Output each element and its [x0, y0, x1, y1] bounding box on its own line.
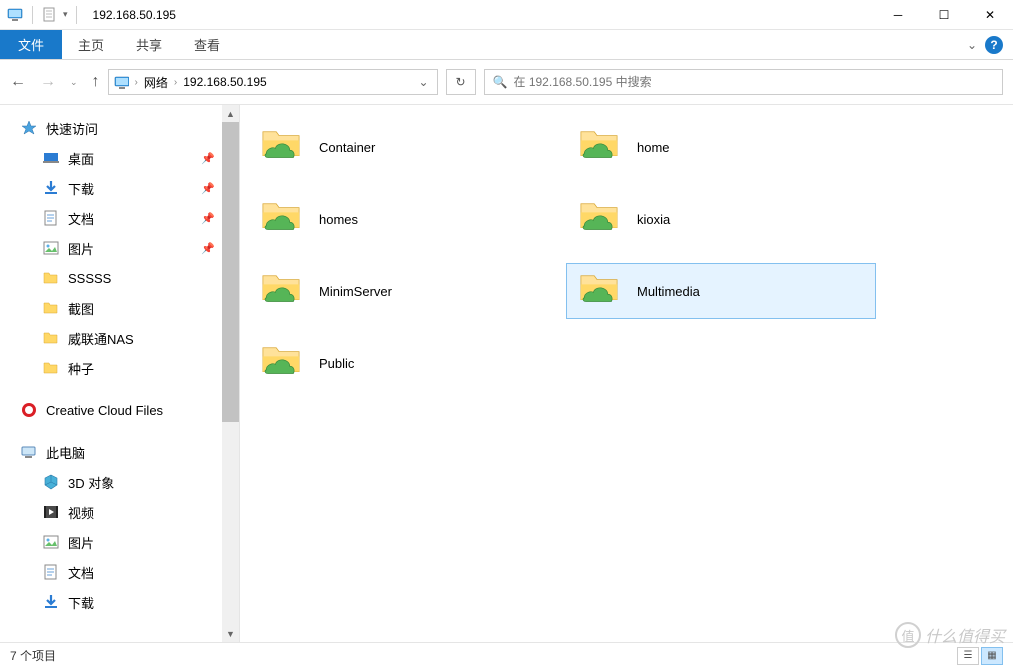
- sidebar-item-label: 桌面: [68, 149, 94, 168]
- share-item[interactable]: homes: [248, 191, 558, 247]
- sidebar-item[interactable]: 文档 📌: [0, 203, 239, 233]
- share-item[interactable]: home: [566, 119, 876, 175]
- sidebar-item[interactable]: 威联通NAS: [0, 323, 239, 353]
- ribbon: 文件 主页 共享 查看 ⌄ ?: [0, 30, 1013, 60]
- share-item[interactable]: Multimedia: [566, 263, 876, 319]
- sidebar-item[interactable]: 种子: [0, 353, 239, 383]
- sidebar-creative-cloud[interactable]: Creative Cloud Files: [0, 395, 239, 425]
- pin-icon: 📌: [201, 212, 215, 225]
- address-icon: [113, 74, 129, 90]
- sidebar-item-label: 文档: [68, 563, 94, 582]
- tab-home[interactable]: 主页: [62, 30, 120, 59]
- sidebar-item-label: 视频: [68, 503, 94, 522]
- share-folder-icon: [257, 127, 305, 167]
- breadcrumb-network[interactable]: 网络: [144, 74, 168, 91]
- chevron-right-icon[interactable]: ›: [135, 77, 138, 88]
- share-label: home: [637, 140, 670, 155]
- sidebar-item-label: 下载: [68, 179, 94, 198]
- sidebar-item[interactable]: 文档: [0, 557, 239, 587]
- sidebar-item-label: 威联通NAS: [68, 329, 134, 348]
- share-folder-icon: [575, 199, 623, 239]
- sidebar-item-label: 图片: [68, 239, 94, 258]
- sidebar-item-label: 文档: [68, 209, 94, 228]
- status-bar: 7 个项目 ☰ ▦: [0, 642, 1013, 668]
- share-item[interactable]: Public: [248, 335, 558, 391]
- scrollbar[interactable]: ▲ ▼: [222, 105, 239, 642]
- qat-dropdown-icon[interactable]: ▾: [63, 9, 68, 20]
- minimize-button[interactable]: ─: [875, 0, 921, 30]
- scroll-down-button[interactable]: ▼: [222, 625, 239, 642]
- sidebar-item-label: SSSSS: [68, 271, 111, 286]
- maximize-button[interactable]: ☐: [921, 0, 967, 30]
- share-label: Container: [319, 140, 375, 155]
- sidebar-item[interactable]: 截图: [0, 293, 239, 323]
- share-item[interactable]: MinimServer: [248, 263, 558, 319]
- chevron-right-icon[interactable]: ›: [174, 77, 177, 88]
- close-button[interactable]: ✕: [967, 0, 1013, 30]
- share-folder-icon: [257, 271, 305, 311]
- up-button[interactable]: ↑: [92, 73, 100, 91]
- content-pane: Container home homes kioxia MinimServer Multi…: [240, 105, 1013, 642]
- share-label: MinimServer: [319, 284, 392, 299]
- sidebar-this-pc[interactable]: 此电脑: [0, 437, 239, 467]
- ribbon-expand-icon[interactable]: ⌄: [967, 38, 977, 52]
- sidebar: 快速访问桌面 📌 下载 📌 文档 📌 图片 📌 SSSSS 截图威联通NAS 种子 Creative …: [0, 105, 240, 642]
- sidebar-item-label: 图片: [68, 533, 94, 552]
- scroll-thumb[interactable]: [222, 122, 239, 422]
- share-folder-icon: [257, 199, 305, 239]
- share-label: Public: [319, 356, 354, 371]
- status-count: 7 个项目: [10, 647, 56, 664]
- search-input[interactable]: [514, 75, 995, 89]
- titlebar: ▾ 192.168.50.195 ─ ☐ ✕: [0, 0, 1013, 30]
- scroll-up-button[interactable]: ▲: [222, 105, 239, 122]
- pin-icon: 📌: [201, 242, 215, 255]
- refresh-button[interactable]: ↻: [446, 69, 476, 95]
- share-label: homes: [319, 212, 358, 227]
- help-button[interactable]: ?: [985, 36, 1003, 54]
- share-item[interactable]: kioxia: [566, 191, 876, 247]
- view-details-button[interactable]: ☰: [957, 647, 979, 665]
- pin-icon: 📌: [201, 152, 215, 165]
- sidebar-item-label: 下载: [68, 593, 94, 612]
- view-icons-button[interactable]: ▦: [981, 647, 1003, 665]
- sidebar-item-label: 种子: [68, 359, 94, 378]
- file-tab[interactable]: 文件: [0, 30, 62, 59]
- share-folder-icon: [575, 271, 623, 311]
- share-folder-icon: [257, 343, 305, 383]
- address-bar[interactable]: › 网络 › 192.168.50.195 ⌄: [108, 69, 438, 95]
- app-icon: [6, 6, 24, 24]
- sidebar-quick-access[interactable]: 快速访问: [0, 113, 239, 143]
- qat-properties-icon[interactable]: [41, 6, 59, 24]
- tab-view[interactable]: 查看: [178, 30, 236, 59]
- share-folder-icon: [575, 127, 623, 167]
- sidebar-item[interactable]: 3D 对象: [0, 467, 239, 497]
- sidebar-item[interactable]: 下载: [0, 587, 239, 617]
- search-icon: 🔍: [493, 75, 508, 89]
- pin-icon: 📌: [201, 182, 215, 195]
- sidebar-item[interactable]: SSSSS: [0, 263, 239, 293]
- recent-locations-button[interactable]: ⌄: [70, 77, 78, 88]
- nav-row: ← → ⌄ ↑ › 网络 › 192.168.50.195 ⌄ ↻ 🔍: [0, 60, 1013, 104]
- back-button[interactable]: ←: [10, 73, 26, 91]
- sidebar-item[interactable]: 图片: [0, 527, 239, 557]
- sidebar-item[interactable]: 下载 📌: [0, 173, 239, 203]
- window-title: 192.168.50.195: [93, 8, 176, 22]
- sidebar-item[interactable]: 图片 📌: [0, 233, 239, 263]
- sidebar-item-label: 3D 对象: [68, 473, 114, 492]
- share-label: kioxia: [637, 212, 670, 227]
- sidebar-item[interactable]: 视频: [0, 497, 239, 527]
- breadcrumb-host[interactable]: 192.168.50.195: [183, 75, 266, 89]
- share-item[interactable]: Container: [248, 119, 558, 175]
- share-label: Multimedia: [637, 284, 700, 299]
- search-box[interactable]: 🔍: [484, 69, 1003, 95]
- address-dropdown-icon[interactable]: ⌄: [414, 75, 432, 89]
- sidebar-item-label: 截图: [68, 299, 94, 318]
- sidebar-item[interactable]: 桌面 📌: [0, 143, 239, 173]
- tab-share[interactable]: 共享: [120, 30, 178, 59]
- forward-button[interactable]: →: [40, 73, 56, 91]
